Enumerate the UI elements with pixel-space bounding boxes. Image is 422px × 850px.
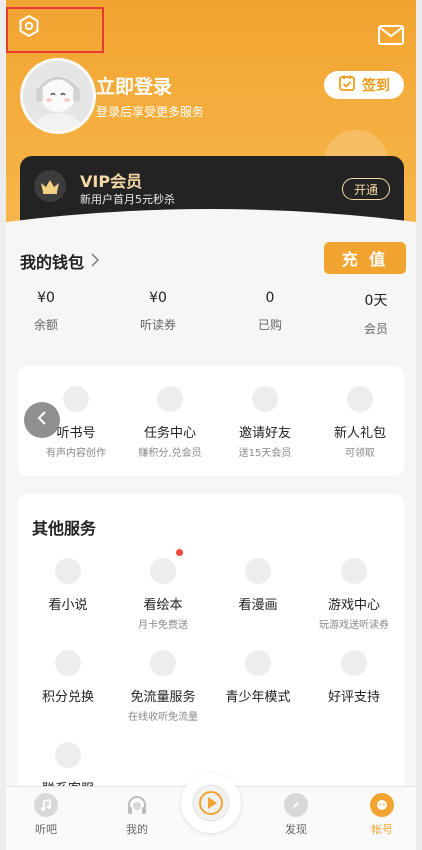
feature-icon [157,386,183,412]
service-title: 积分兑换 [41,690,94,705]
player-button[interactable] [181,773,241,833]
chevron-left-icon [36,410,48,430]
recharge-button[interactable]: 充 值 [324,242,406,274]
stat-label: 余额 [33,318,58,332]
stat-value: ¥0 [149,290,167,306]
nav-account[interactable]: 帐号 [352,793,412,837]
service-picture-book[interactable]: 看绘本 月卡免费送 [115,558,211,631]
service-sub: 玩游戏送听读券 [319,620,389,631]
login-title[interactable]: 立即登录 [96,72,172,99]
feature-title: 任务中心 [143,426,196,441]
play-icon [192,784,230,822]
service-icon [245,650,271,676]
feature-invite-friends[interactable]: 邀请好友 送15天会员 [217,386,313,459]
headphones-icon [125,793,149,817]
mail-icon[interactable] [376,22,406,48]
service-icon [341,650,367,676]
feature-task-center[interactable]: 任务中心 赚积分,兑会员 [122,386,218,459]
feature-sub: 赚积分,兑会员 [138,448,202,459]
feature-icon [63,386,89,412]
service-points-exchange[interactable]: 积分兑换 [20,650,116,705]
service-title: 游戏中心 [327,598,380,613]
service-icon [245,558,271,584]
signin-label: 签到 [362,78,390,94]
vip-open-button[interactable]: 开通 [342,178,390,200]
wallet-title-text: 我的钱包 [20,253,85,272]
stat-value: ¥0 [37,290,55,306]
service-icon [150,650,176,676]
feature-title: 新人礼包 [333,426,386,441]
stat-label: 会员 [363,322,388,336]
login-subtitle: 登录后享受更多服务 [96,105,205,119]
service-title: 看绘本 [143,598,183,613]
service-icon [341,558,367,584]
service-title: 青少年模式 [225,690,291,705]
stat-vouchers[interactable]: ¥0 听读券 [118,290,198,333]
back-arrow-button[interactable] [24,402,60,438]
nav-discover[interactable]: 发现 [266,793,326,837]
service-game-center[interactable]: 游戏中心 玩游戏送听读券 [306,558,402,631]
service-title: 看小说 [48,598,88,613]
account-face-icon [370,793,394,817]
bottom-nav: 听吧 我的 发现 帐号 [6,773,416,850]
service-teen-mode[interactable]: 青少年模式 [210,650,306,705]
calendar-check-icon [338,74,356,96]
nav-label: 帐号 [371,823,393,836]
nav-mine[interactable]: 我的 [107,793,167,837]
settings-hexagon-icon[interactable] [14,11,44,41]
service-sub: 月卡免费送 [138,620,188,631]
other-services-title: 其他服务 [32,519,97,538]
header-curve [6,209,416,240]
chevron-right-icon [90,252,100,271]
stat-label: 已购 [257,318,282,332]
notification-dot [176,549,183,556]
service-icon [55,650,81,676]
feature-sub: 送15天会员 [238,448,292,459]
service-novel[interactable]: 看小说 [20,558,116,613]
nav-label: 听吧 [35,823,57,836]
compass-icon [284,793,308,817]
vip-title: VIP会员 [80,172,143,191]
nav-label: 发现 [285,823,307,836]
service-icon [55,558,81,584]
service-title: 免流量服务 [130,690,196,705]
stat-balance[interactable]: ¥0 余额 [6,290,86,333]
service-title: 看漫画 [238,598,278,613]
wallet-title[interactable]: 我的钱包 [20,249,100,273]
service-icon [55,742,81,768]
service-free-data[interactable]: 免流量服务 在线收听免流量 [115,650,211,723]
signin-button[interactable]: 签到 [324,71,404,99]
app-screen: 立即登录 登录后享受更多服务 签到 VIP会员 新用户首月5元秒杀 开通 我的钱… [6,0,416,850]
feature-newbie-gift[interactable]: 新人礼包 可领取 [312,386,408,459]
service-comics[interactable]: 看漫画 [210,558,306,613]
service-rate-us[interactable]: 好评支持 [306,650,402,705]
music-note-icon [34,793,58,817]
feature-title: 邀请好友 [238,426,291,441]
feature-sub: 有声内容创作 [46,448,106,459]
stat-membership[interactable]: 0天 会员 [336,290,416,337]
stat-value: 0天 [364,293,388,309]
feature-sub: 可领取 [345,448,375,459]
avatar[interactable] [20,58,96,134]
feature-icon [252,386,278,412]
stat-purchased[interactable]: 0 已购 [230,290,310,333]
stat-value: 0 [265,290,275,306]
nav-label: 我的 [126,823,148,836]
features-card: 听书号 有声内容创作 任务中心 赚积分,兑会员 邀请好友 送15天会员 新人礼包… [18,366,404,476]
service-title: 好评支持 [327,690,380,705]
stat-label: 听读券 [139,318,176,332]
service-sub: 在线收听免流量 [128,712,198,723]
nav-tingba[interactable]: 听吧 [16,793,76,837]
crown-icon [34,170,66,202]
feature-icon [347,386,373,412]
service-icon [150,558,176,584]
